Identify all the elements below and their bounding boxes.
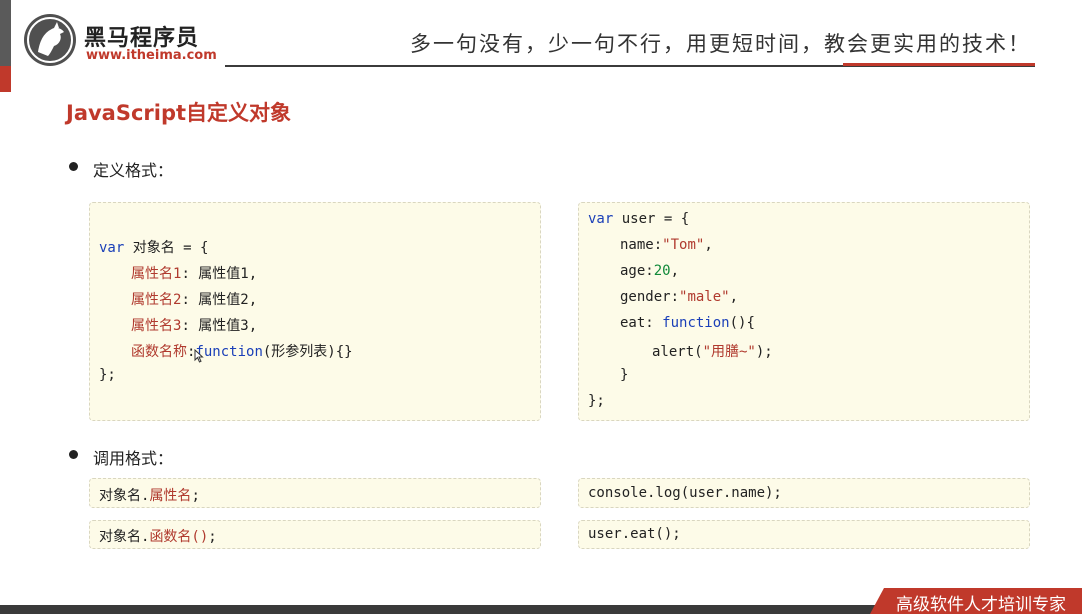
code-line: 对象名.函数名(); — [99, 529, 217, 545]
page-title: JavaScript自定义对象 — [66, 101, 292, 125]
bullet-define — [69, 162, 78, 171]
code-line: 对象名.属性名; — [99, 488, 200, 504]
code-line: 属性名3: 属性值3, — [131, 318, 258, 334]
code-line: user.eat(); — [588, 526, 681, 542]
section-label-invoke: 调用格式： — [93, 449, 174, 468]
invoke-prop-template-box: 对象名.属性名; — [89, 478, 541, 508]
code-line: gender:"male", — [620, 289, 739, 305]
code-line: age:20, — [620, 263, 680, 279]
code-line: eat: function(){ — [620, 315, 755, 331]
code-line: 属性名2: 属性值2, — [131, 292, 258, 308]
header-divider-accent — [843, 63, 1035, 66]
footer-text: 高级软件人才培训专家 — [896, 595, 1066, 615]
code-line: name:"Tom", — [620, 237, 713, 253]
header-slogan: 多一句没有，少一句不行，用更短时间，教会更实用的技术！ — [410, 32, 1031, 56]
bullet-invoke — [69, 450, 78, 459]
code-line: var user = { — [588, 211, 690, 227]
brand-logo: 黑马程序员 www.itheima.com — [22, 12, 222, 70]
define-example-box: var user = { name:"Tom", age:20, gender:… — [578, 202, 1030, 421]
invoke-func-template-box: 对象名.函数名(); — [89, 520, 541, 549]
logo-url: www.itheima.com — [86, 48, 217, 63]
left-accent-red — [0, 66, 11, 92]
code-line: }; — [99, 367, 116, 383]
define-template-box: var 对象名 = { 属性名1: 属性值1, 属性名2: 属性值2, 属性名3… — [89, 202, 541, 421]
code-line: } — [620, 367, 629, 383]
code-line: 函数名称:function(形参列表){} — [131, 344, 353, 360]
invoke-func-example-box: user.eat(); — [578, 520, 1030, 549]
code-line: var 对象名 = { — [99, 240, 209, 256]
code-line: console.log(user.name); — [588, 485, 782, 501]
code-line: alert("用膳~"); — [652, 344, 773, 360]
section-label-define: 定义格式： — [93, 161, 174, 180]
invoke-prop-example-box: console.log(user.name); — [578, 478, 1030, 508]
code-line: 属性名1: 属性值1, — [131, 266, 258, 282]
code-line: }; — [588, 393, 605, 409]
horse-logo-icon — [24, 14, 76, 66]
mouse-cursor-icon — [194, 348, 204, 363]
